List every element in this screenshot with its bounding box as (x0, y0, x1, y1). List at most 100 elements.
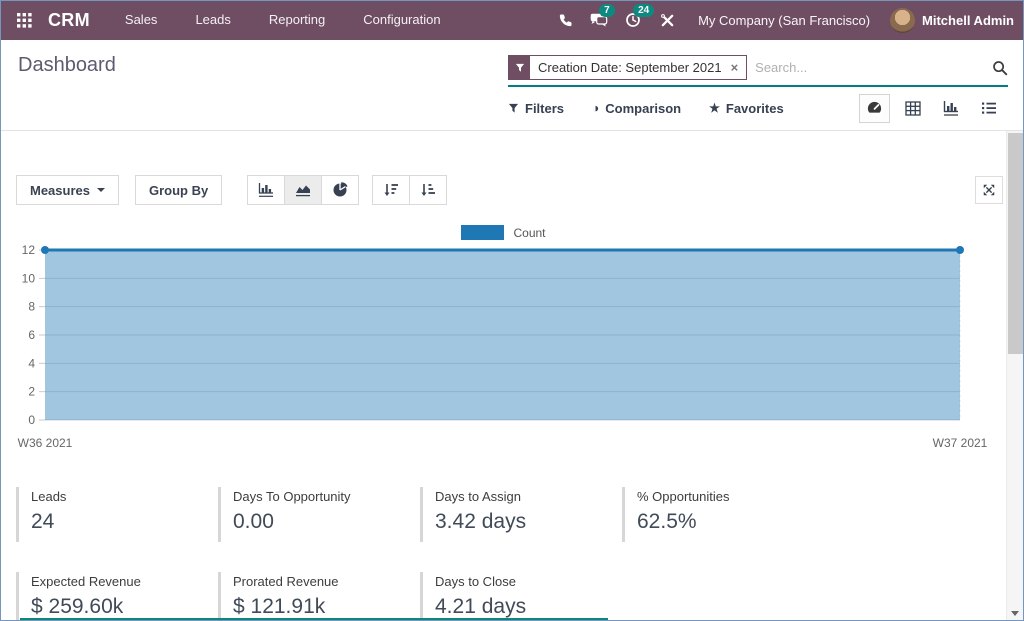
menu-configuration[interactable]: Configuration (344, 0, 459, 40)
kpi-value: 4.21 days (435, 595, 622, 619)
view-list-button[interactable] (973, 94, 1004, 123)
phone-icon (558, 13, 573, 28)
filters-funnel-icon (508, 103, 519, 114)
measures-label: Measures (30, 183, 90, 198)
kpi-label: Prorated Revenue (233, 574, 420, 589)
kpi-opportunities-percent[interactable]: % Opportunities 62.5% (622, 487, 824, 542)
vertical-scrollbar[interactable] (1006, 131, 1024, 621)
menu-reporting[interactable]: Reporting (250, 0, 344, 40)
messages-count-badge: 7 (599, 4, 615, 17)
area-chart-icon (295, 183, 311, 197)
view-pivot-button[interactable] (897, 94, 928, 123)
favorites-star-icon: ★ (709, 102, 720, 114)
kpi-value: 62.5% (637, 510, 824, 534)
kpi-expected-revenue[interactable]: Expected Revenue $ 259.60k (16, 572, 218, 621)
kpi-value: 0.00 (233, 510, 420, 534)
search-submit[interactable] (988, 60, 1008, 76)
svg-text:6: 6 (28, 328, 35, 342)
pie-chart-icon (332, 182, 348, 198)
svg-text:10: 10 (22, 271, 36, 285)
kpi-leads[interactable]: Leads 24 (16, 487, 218, 542)
bar-graph-icon (943, 100, 959, 116)
user-menu[interactable]: Mitchell Admin (890, 8, 1014, 33)
user-avatar (890, 8, 915, 33)
scrollbar-down-arrow[interactable] (1011, 611, 1019, 616)
search-facet-creation-date[interactable]: Creation Date: September 2021 × (508, 55, 747, 80)
count-area-chart: 0 2 4 6 8 10 12 W36 2021 W37 2021 (0, 243, 1007, 455)
chart-type-group (248, 175, 359, 205)
favorites-button[interactable]: ★ Favorites (709, 101, 784, 116)
control-panel: Dashboard Creation Date: September 2021 … (0, 40, 1024, 131)
kpi-value: $ 259.60k (31, 595, 218, 619)
kpi-prorated-revenue[interactable]: Prorated Revenue $ 121.91k (218, 572, 420, 621)
menu-leads[interactable]: Leads (176, 0, 249, 40)
facet-label: Creation Date: September 2021 (538, 60, 722, 75)
kpi-value: 3.42 days (435, 510, 622, 534)
svg-text:W37 2021: W37 2021 (933, 436, 988, 450)
chart-type-bar-button[interactable] (247, 175, 285, 205)
kpi-label: Days To Opportunity (233, 489, 420, 504)
magnifier-icon (992, 60, 1008, 76)
svg-text:2: 2 (28, 385, 35, 399)
view-dashboard-button[interactable] (859, 94, 890, 123)
svg-text:8: 8 (28, 300, 35, 314)
user-name: Mitchell Admin (922, 13, 1014, 28)
navbar-right: 7 24 My Company (San Francisco) Mitchell… (548, 0, 1024, 40)
apps-grid-icon[interactable] (13, 9, 35, 31)
chart-legend[interactable]: Count (0, 225, 1007, 240)
facet-remove-icon[interactable]: × (731, 61, 739, 74)
dashboard-content: Measures Group By (0, 131, 1007, 621)
legend-swatch (461, 225, 504, 240)
kpi-days-to-assign[interactable]: Days to Assign 3.42 days (420, 487, 622, 542)
sort-descending-button[interactable] (372, 175, 410, 205)
crm-dashboard-window: CRM Sales Leads Reporting Configuration … (0, 0, 1024, 621)
wrench-icon (660, 13, 675, 28)
voip-phone-button[interactable] (548, 0, 582, 40)
svg-text:12: 12 (22, 243, 36, 257)
dashboard-gauge-icon (866, 100, 883, 117)
sort-asc-icon (420, 183, 436, 197)
scrollbar-thumb[interactable] (1008, 133, 1023, 354)
kpi-value: $ 121.91k (233, 595, 420, 619)
bar-chart-icon (258, 183, 274, 197)
fullscreen-button[interactable] (975, 176, 1003, 204)
list-icon (981, 101, 997, 115)
filters-label: Filters (525, 101, 564, 116)
debug-tools-button[interactable] (650, 0, 684, 40)
chart-type-area-button[interactable] (284, 175, 322, 205)
top-navbar: CRM Sales Leads Reporting Configuration … (0, 0, 1024, 40)
messages-button[interactable]: 7 (582, 0, 616, 40)
kpi-label: Expected Revenue (31, 574, 218, 589)
menu-sales[interactable]: Sales (106, 0, 177, 40)
svg-text:4: 4 (28, 356, 35, 370)
comparison-icon: ◑ (592, 102, 599, 114)
sort-group (373, 175, 447, 205)
activities-button[interactable]: 24 (616, 0, 650, 40)
kpi-days-to-close[interactable]: Days to Close 4.21 days (420, 572, 622, 621)
page-title: Dashboard (18, 54, 116, 77)
chart-type-pie-button[interactable] (321, 175, 359, 205)
company-switcher[interactable]: My Company (San Francisco) (698, 13, 870, 28)
kpi-label: % Opportunities (637, 489, 824, 504)
comparison-label: Comparison (605, 101, 681, 116)
filters-button[interactable]: Filters (508, 101, 564, 116)
app-brand[interactable]: CRM (48, 10, 90, 31)
kpi-days-to-opportunity[interactable]: Days To Opportunity 0.00 (218, 487, 420, 542)
svg-text:W36 2021: W36 2021 (18, 436, 73, 450)
kpi-label: Days to Assign (435, 489, 622, 504)
kpi-label: Leads (31, 489, 218, 504)
comparison-button[interactable]: ◑ Comparison (592, 101, 681, 116)
kpi-row-2: Expected Revenue $ 259.60k Prorated Reve… (16, 572, 622, 621)
measures-button[interactable]: Measures (16, 175, 119, 205)
facet-funnel-badge (509, 56, 530, 79)
favorites-label: Favorites (726, 101, 784, 116)
pivot-grid-icon (905, 101, 921, 116)
graph-toolbar: Measures Group By (16, 175, 1003, 205)
sort-ascending-button[interactable] (409, 175, 447, 205)
group-by-button[interactable]: Group By (135, 175, 222, 205)
svg-text:0: 0 (28, 413, 35, 427)
search-input[interactable] (747, 58, 988, 77)
view-graph-button[interactable] (935, 94, 966, 123)
legend-label: Count (513, 226, 545, 240)
sort-desc-icon (383, 183, 399, 197)
